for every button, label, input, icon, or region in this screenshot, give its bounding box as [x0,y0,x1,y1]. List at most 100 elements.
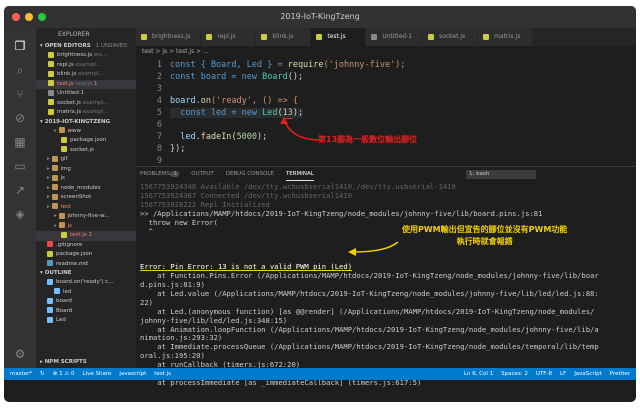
file-icon [47,260,53,266]
breadcrumb[interactable]: test > js > test.js > ... [136,46,636,58]
js-file-icon [141,34,147,40]
line-number: 2 [156,72,162,82]
extensions-icon[interactable]: ▦ [12,134,28,150]
outline-item[interactable]: Led [36,316,136,326]
code-line-8: }); [170,144,186,154]
tree-item[interactable]: ▸ test [36,203,136,213]
npm-scripts-header[interactable]: ▸ NPM SCRIPTS [36,358,87,367]
line-number: 3 [156,84,162,94]
open-editor-item[interactable]: repl.js exampl... [36,61,136,71]
editor-tab[interactable]: brightness.js [136,28,202,46]
js-file-icon [48,108,54,115]
tree-item-label: gif [60,156,68,162]
terminal-select[interactable]: 1: bash [466,170,536,179]
code-editor[interactable]: 1 2 3 4 5 6 7 8 9 const { Board, Led } = require… [136,58,636,166]
close-window-button[interactable] [12,13,20,21]
yellow-arrow [348,241,399,256]
tree-item-label: package.json [56,251,93,257]
minimize-window-button[interactable] [25,13,33,21]
sync-icon[interactable]: ↻ [40,368,45,380]
tree-item-label: screenShot [60,194,92,200]
open-editor-item[interactable]: matrix.js exampl... [36,108,136,118]
outline-item-label: Led [56,317,66,323]
open-editor-path: exampl... [73,61,101,68]
tree-item-label: .gitignore [56,241,83,248]
tree-item[interactable]: package.json [36,250,136,260]
open-editor-item[interactable]: blink.js exampl... [36,70,136,80]
problems-indicator[interactable]: ⊗ 1 ⚠ 0 [53,368,75,380]
tree-item[interactable]: ▸ node_modules [36,184,136,194]
maximize-window-button[interactable] [38,13,46,21]
debug-icon[interactable]: ⊘ [12,110,28,126]
tree-item[interactable]: ▸ screenShot [36,193,136,203]
folder-icon [58,222,65,228]
panel-tab[interactable]: OUTPUT [191,167,213,181]
code-line-7: led.fadeIn(5000); [170,132,268,142]
open-editors-header[interactable]: ▾ OPEN EDITORS 1 UNSAVED [36,42,136,51]
editor-tab[interactable]: blink.js [256,28,312,46]
outline-item[interactable]: board [36,297,136,307]
editor-tab[interactable]: repl.js [201,28,257,46]
tree-item-label: test.js [70,232,87,238]
editor-tab[interactable]: Untitled-1 [366,28,424,46]
panel-tab[interactable]: PROBLEMS 1 [140,167,180,181]
tree-item[interactable]: readme.md [36,260,136,270]
editor-tab[interactable]: test.js [311,28,367,46]
language-mode[interactable]: JavaScript [574,368,602,380]
file-icon [47,241,53,247]
tree-item[interactable]: package.json [36,136,136,146]
status-right: Ln 6, Col 1 Spaces: 2 UTF-8 LF JavaScrip… [464,368,630,380]
chevron-icon: ▸ [47,156,52,162]
panel-tab[interactable]: TERMINAL [285,167,314,181]
status-left: master* ↻ ⊗ 1 ⚠ 0 Live Share javascript … [10,368,171,380]
tab-label: matrix.js [494,33,521,40]
tree-item[interactable]: .gitignore [36,241,136,251]
open-editor-item[interactable]: socket.js exampl... [36,99,136,109]
prettier-status[interactable]: Prettier [610,368,630,380]
tree-item[interactable]: ▸ js [36,174,136,184]
live-share-icon[interactable]: ↗ [12,182,28,198]
panel-tab[interactable]: DEBUG CONSOLE [226,167,274,181]
tree-item[interactable]: ▸ img [36,165,136,175]
outline-item[interactable]: led [36,288,136,298]
outline-item[interactable]: board.on('ready') c... [36,278,136,288]
terminal-output[interactable]: 1567753924348 Available /dev/tty.wchusbs… [140,182,634,388]
live-share-button[interactable]: Live Share [83,368,112,380]
line-number: 6 [156,120,162,130]
files-icon[interactable]: ❐ [12,38,28,54]
remote-explorer-icon[interactable]: ▭ [12,158,28,174]
open-editor-item[interactable]: brightness.js wo... [36,51,136,61]
cursor-position[interactable]: Ln 6, Col 1 [464,368,493,380]
source-control-icon[interactable]: ⑂ [12,86,28,102]
editor-tab[interactable]: socket.js [423,28,479,46]
search-icon[interactable]: ⌕ [12,62,28,78]
yellow-annotation: 使用PWM輸出但宣告的腳位並沒有PWM功能 執行時就會報錯 [402,225,568,246]
tree-item[interactable]: socket.js [36,146,136,156]
branch-indicator[interactable]: master* [10,368,32,380]
outline-item[interactable]: Board [36,307,136,317]
js-file-icon [371,34,378,40]
tree-item[interactable]: ▸ johnny-five-w... [36,212,136,222]
open-editor-item[interactable]: test.js test/js 1 [36,79,136,89]
tree-item[interactable]: test.js 1 [36,231,136,241]
open-editor-item[interactable]: Untitled-1 [36,89,136,99]
encoding[interactable]: UTF-8 [536,368,552,380]
tree-item[interactable]: ▸ gif [36,155,136,165]
tree-item-label: js [60,175,65,181]
outline-list: board.on('ready') c... led board Board Led [36,278,136,326]
tree-item[interactable]: ▸ js [36,222,136,232]
outline-header[interactable]: ▾ OUTLINE [36,269,136,278]
eol[interactable]: LF [560,368,566,380]
settings-gear-icon[interactable]: ⚙ [12,346,28,362]
open-editor-label: brightness.js [57,52,93,58]
chevron-icon: ▸ [54,213,59,219]
tree-item[interactable]: ▸ www [36,127,136,137]
indent-setting[interactable]: Spaces: 2 [501,368,528,380]
explorer-sidebar: EXPLORER ▾ OPEN EDITORS 1 UNSAVED bright… [36,28,136,368]
symbol-icon [47,307,53,313]
js-file-icon [48,99,54,105]
editor-tab[interactable]: matrix.js [478,28,534,46]
docker-icon[interactable]: ◈ [12,206,28,222]
tree-item-label: test [60,203,72,210]
project-header[interactable]: ▾ 2019-IOT-KINGTZENG [36,118,136,127]
